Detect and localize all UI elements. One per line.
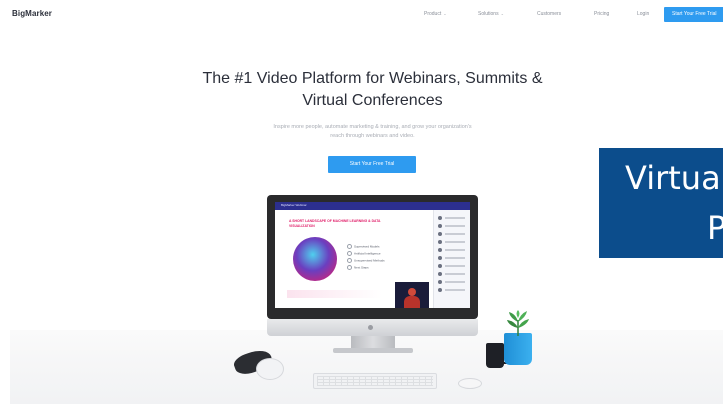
avatar xyxy=(438,272,442,276)
agenda-item: Supervised Models xyxy=(347,244,380,249)
chat-text-line xyxy=(445,233,465,235)
top-nav: BigMarker Product ⌄ Solutions ⌄ Customers … xyxy=(0,0,723,30)
nav-item-product[interactable]: Product ⌄ xyxy=(424,11,447,17)
avatar xyxy=(438,256,442,260)
hero-subtitle-line-2: reach through webinars and video. xyxy=(330,133,415,139)
monitor-base xyxy=(333,348,413,353)
plant-icon xyxy=(507,310,529,336)
chevron-down-icon: ⌄ xyxy=(443,11,447,16)
monitor-illustration: BigMarker Webinar A SHORT LANDSCAPE OF M… xyxy=(267,195,478,319)
coffee-mug xyxy=(486,343,504,368)
nav-item-login[interactable]: Login xyxy=(637,11,649,17)
speaker-video xyxy=(395,282,429,308)
chat-message xyxy=(438,272,468,276)
agenda-item: Unsupervised Methods xyxy=(347,258,385,263)
keyboard xyxy=(313,373,437,389)
agenda-item: Next Steps xyxy=(347,265,369,270)
avatar xyxy=(438,264,442,268)
avatar xyxy=(438,232,442,236)
chat-text-line xyxy=(445,281,465,283)
keyboard-keys xyxy=(317,376,433,386)
nav-item-label: Solutions xyxy=(478,11,499,17)
chat-message xyxy=(438,240,468,244)
avatar xyxy=(438,248,442,252)
chat-text-line xyxy=(445,265,465,267)
hero-headline-line-2: Virtual Conferences xyxy=(302,92,443,109)
chat-message xyxy=(438,288,468,292)
screen-heading: A SHORT LANDSCAPE OF MACHINE LEARNING & … xyxy=(289,219,381,228)
chat-message xyxy=(438,216,468,220)
bullet-icon xyxy=(347,251,352,256)
nav-free-trial-button[interactable]: Start Your Free Trial xyxy=(664,7,723,22)
nav-item-solutions[interactable]: Solutions ⌄ xyxy=(478,11,504,17)
screen-title: BigMarker Webinar xyxy=(281,203,307,207)
hero-headline-line-1: The #1 Video Platform for Webinars, Summ… xyxy=(202,70,543,87)
nav-item-label: Login xyxy=(637,11,650,17)
chat-message xyxy=(438,280,468,284)
agenda-item: Artificial Intelligence xyxy=(347,251,381,256)
nav-item-label: Pricing xyxy=(594,11,610,17)
bullet-icon xyxy=(347,244,352,249)
chat-text-line xyxy=(445,225,465,227)
chat-text-line xyxy=(445,289,465,291)
screen-banner xyxy=(287,290,382,298)
bullet-icon xyxy=(347,265,352,270)
avatar xyxy=(438,280,442,284)
logo-icon xyxy=(368,325,373,330)
plant-pot xyxy=(504,333,532,365)
bullet-icon xyxy=(347,258,352,263)
logo[interactable]: BigMarker xyxy=(12,9,52,18)
screen-title-bar: BigMarker Webinar xyxy=(275,202,470,210)
chat-message xyxy=(438,264,468,268)
nav-item-label: Customers xyxy=(537,11,562,17)
presenter-photo xyxy=(293,237,337,281)
chat-text-line xyxy=(445,241,465,243)
chat-text-line xyxy=(445,257,465,259)
overlay-text-line-2: P xyxy=(707,209,723,247)
mouse xyxy=(458,378,482,389)
speaker-device xyxy=(256,358,284,380)
chat-panel xyxy=(433,210,470,308)
nav-item-label: Product xyxy=(424,11,442,17)
nav-item-customers[interactable]: Customers xyxy=(537,11,561,17)
chat-text-line xyxy=(445,217,465,219)
overlay-text-line-1: Virtua xyxy=(625,159,721,197)
avatar xyxy=(438,224,442,228)
hero-free-trial-button[interactable]: Start Your Free Trial xyxy=(328,156,416,173)
chevron-down-icon: ⌄ xyxy=(500,11,504,16)
speaker-body xyxy=(404,296,420,308)
avatar xyxy=(438,288,442,292)
monitor-chin xyxy=(267,319,478,336)
chat-text-line xyxy=(445,249,465,251)
speaker-head xyxy=(408,288,416,296)
avatar xyxy=(438,216,442,220)
hero-subtitle-line-1: Inspire more people, automate marketing … xyxy=(273,124,472,130)
chat-message xyxy=(438,232,468,236)
webinar-screen: BigMarker Webinar A SHORT LANDSCAPE OF M… xyxy=(275,202,470,308)
monitor-stand xyxy=(351,336,395,348)
chat-message xyxy=(438,224,468,228)
virtual-overlay-box: Virtua P xyxy=(599,148,723,258)
chat-message xyxy=(438,256,468,260)
chat-message xyxy=(438,248,468,252)
avatar xyxy=(438,240,442,244)
nav-item-pricing[interactable]: Pricing xyxy=(594,11,609,17)
chat-text-line xyxy=(445,273,465,275)
